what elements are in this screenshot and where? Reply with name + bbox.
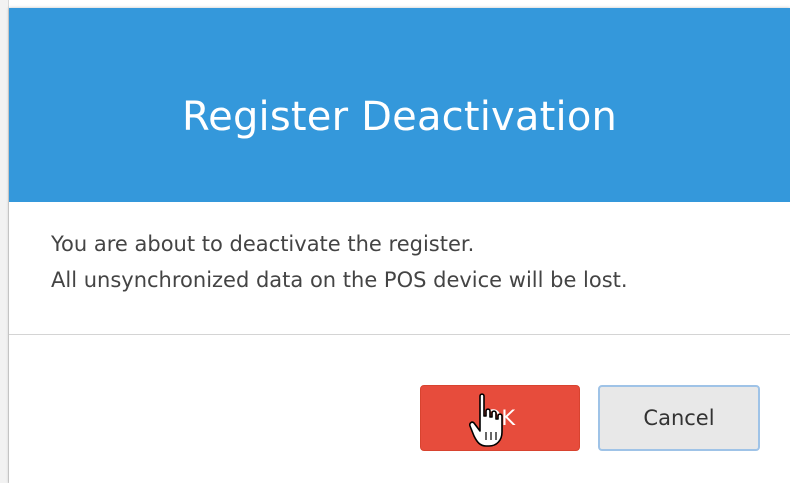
dialog-header: Register Deactivation — [9, 8, 790, 202]
dialog-message-line-1: You are about to deactivate the register… — [51, 232, 475, 256]
dialog-body: You are about to deactivate the register… — [9, 202, 790, 335]
cancel-button[interactable]: Cancel — [598, 385, 760, 451]
dialog-title: Register Deactivation — [181, 94, 618, 140]
cancel-button-label: Cancel — [643, 406, 715, 430]
ok-button[interactable]: OK — [420, 385, 580, 451]
deactivation-dialog: Register Deactivation You are about to d… — [9, 8, 790, 483]
ok-button-label: OK — [484, 406, 516, 430]
dialog-footer: OK Cancel — [9, 335, 790, 483]
background-window-edge — [0, 0, 9, 483]
dialog-message-line-2: All unsynchronized data on the POS devic… — [51, 268, 628, 292]
